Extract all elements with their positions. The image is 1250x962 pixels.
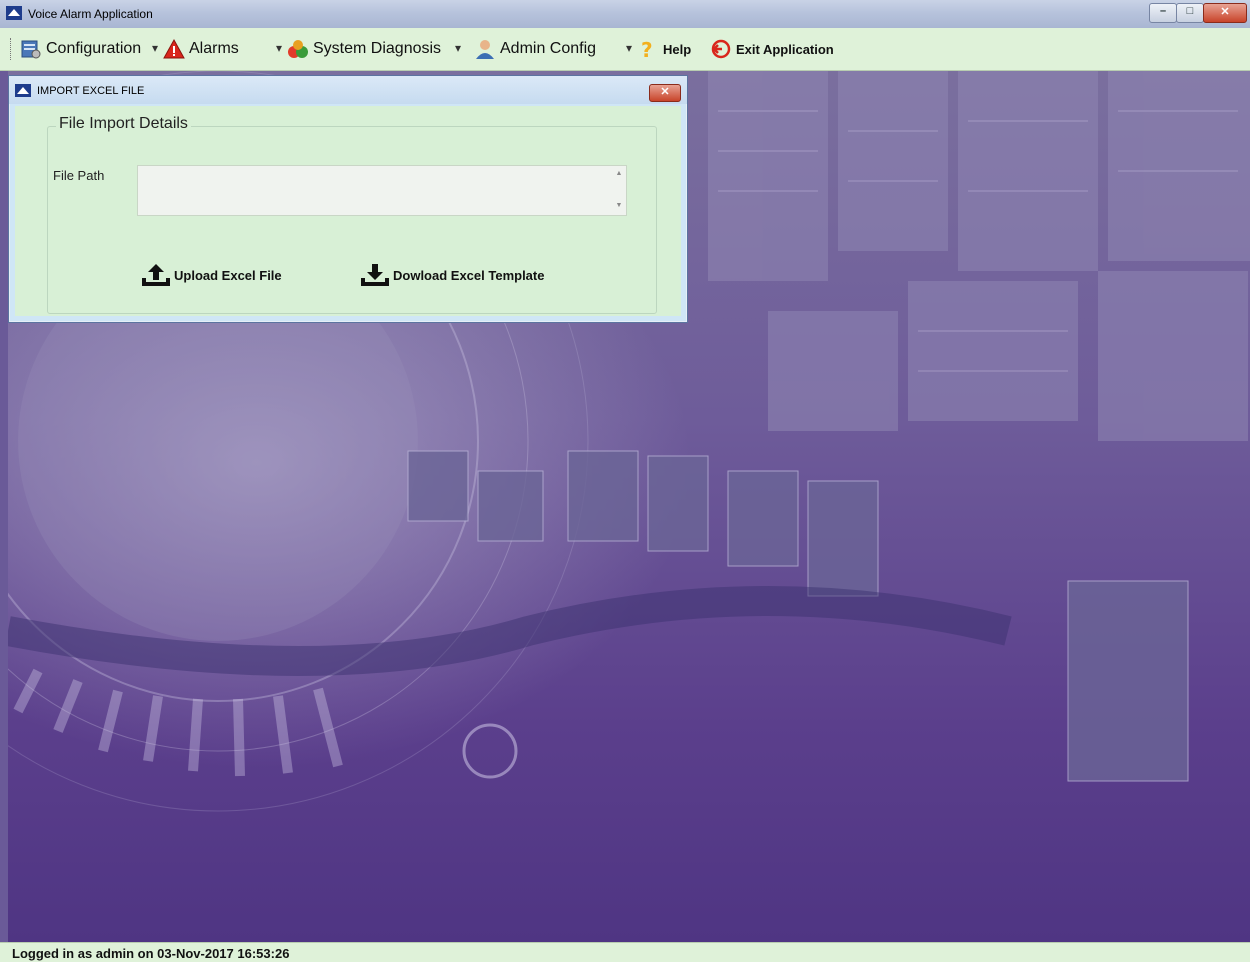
minimize-icon: – — [1159, 5, 1167, 17]
file-import-details-group: File Import Details — [47, 115, 657, 314]
dialog-body: File Import Details File Path ▲ ▼ Upload… — [15, 106, 681, 316]
menu-admin-config-label: Admin Config — [500, 40, 597, 57]
menu-exit-application-label: Exit Application — [736, 41, 834, 57]
menu-configuration-label: Configuration — [46, 40, 142, 57]
upload-icon — [142, 264, 170, 286]
dialog-titlebar: IMPORT EXCEL FILE ✕ — [9, 76, 687, 104]
dropdown-arrow-icon: ▾ — [455, 41, 462, 55]
menu-configuration[interactable]: Configuration — [20, 37, 141, 61]
download-template-button[interactable]: Dowload Excel Template — [359, 261, 544, 289]
dropdown-arrow-icon: ▾ — [626, 41, 633, 55]
upload-excel-button[interactable]: Upload Excel File — [140, 261, 282, 289]
exit-icon — [711, 39, 731, 59]
file-path-label: File Path — [53, 168, 105, 183]
group-title: File Import Details — [56, 115, 191, 133]
download-icon — [361, 264, 389, 286]
system-diagnosis-icon — [288, 40, 308, 58]
close-icon: ✕ — [660, 86, 670, 98]
download-template-label: Dowload Excel Template — [393, 267, 545, 283]
import-excel-dialog: IMPORT EXCEL FILE ✕ File Import Details … — [8, 75, 688, 323]
close-icon: ✕ — [1220, 6, 1230, 18]
menu-admin-config[interactable]: Admin Config — [474, 37, 596, 61]
close-button[interactable]: ✕ — [1203, 3, 1247, 23]
menu-help-label: Help — [663, 41, 692, 57]
dropdown-arrow-icon: ▾ — [152, 41, 159, 55]
menu-help[interactable]: ? Help — [637, 37, 691, 61]
login-status-text: Logged in as admin on 03-Nov-2017 16:53:… — [12, 946, 290, 961]
admin-user-icon — [476, 40, 494, 59]
menu-exit-application[interactable]: Exit Application — [710, 37, 834, 61]
file-path-field[interactable] — [137, 165, 627, 216]
upload-excel-label: Upload Excel File — [174, 267, 282, 283]
menu-alarms[interactable]: Alarms — [163, 37, 239, 61]
dialog-app-icon — [15, 84, 31, 97]
menu-alarms-label: Alarms — [189, 40, 239, 57]
help-question-icon: ? — [641, 38, 653, 60]
svg-text:?: ? — [641, 38, 653, 60]
minimize-button[interactable]: – — [1149, 3, 1177, 23]
app-icon — [6, 6, 22, 20]
maximize-button[interactable]: □ — [1176, 3, 1204, 23]
configuration-icon — [21, 40, 41, 59]
dialog-close-button[interactable]: ✕ — [649, 84, 681, 102]
window-title: Voice Alarm Application — [28, 7, 153, 21]
dialog-title: IMPORT EXCEL FILE — [37, 85, 145, 97]
maximize-icon: □ — [1186, 5, 1194, 17]
window-titlebar: Voice Alarm Application – □ ✕ — [0, 0, 1250, 29]
alarm-warning-icon — [163, 38, 185, 59]
menu-system-diagnosis[interactable]: System Diagnosis — [287, 37, 441, 61]
status-bar: Logged in as admin on 03-Nov-2017 16:53:… — [0, 942, 1250, 962]
menu-system-diagnosis-label: System Diagnosis — [313, 40, 442, 57]
scroll-up-icon[interactable]: ▲ — [613, 170, 625, 180]
scroll-down-icon[interactable]: ▼ — [613, 202, 625, 212]
menu-bar: Configuration ▾ Alarms ▾ System Diagnosi… — [0, 28, 1250, 71]
toolbar-grip — [10, 38, 14, 60]
dropdown-arrow-icon: ▾ — [276, 41, 283, 55]
